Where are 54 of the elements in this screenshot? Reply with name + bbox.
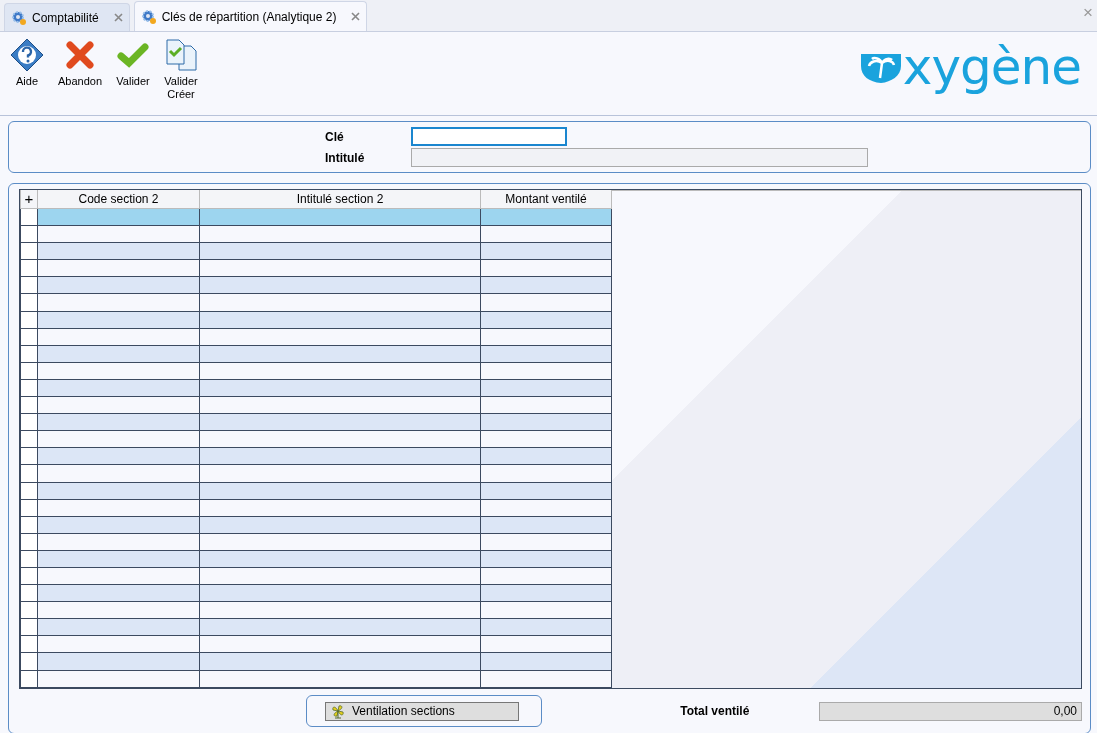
tab[interactable]: Clés de répartition (Analytique 2) xyxy=(133,1,368,31)
table-row[interactable] xyxy=(20,362,612,380)
table-row[interactable] xyxy=(20,208,612,226)
table-row[interactable] xyxy=(20,499,612,517)
table-row[interactable] xyxy=(20,413,612,431)
input-field[interactable] xyxy=(411,127,567,146)
table-row[interactable] xyxy=(20,242,612,260)
logo: xygène xyxy=(858,42,1081,92)
help-icon xyxy=(10,38,44,72)
table-row[interactable] xyxy=(20,225,612,243)
table-row[interactable] xyxy=(20,311,612,329)
documents-icon xyxy=(164,38,199,72)
table-row[interactable] xyxy=(20,618,612,636)
table-row[interactable] xyxy=(20,670,612,688)
field-label: Clé xyxy=(325,128,345,146)
ventilation-button[interactable]: Ventilation sections xyxy=(325,701,519,721)
close-icon[interactable] xyxy=(351,12,361,21)
validate-create-button[interactable]: Valider Créer xyxy=(160,36,203,103)
gear-icon xyxy=(11,9,27,26)
table-row[interactable] xyxy=(20,396,612,414)
add-column-button[interactable]: + xyxy=(20,190,38,209)
table-row[interactable] xyxy=(20,447,612,465)
table-row[interactable] xyxy=(20,293,612,312)
table-row[interactable] xyxy=(20,533,612,551)
column-header[interactable]: Intitulé section 2 xyxy=(199,190,481,209)
input-field[interactable] xyxy=(411,148,868,167)
table-row[interactable] xyxy=(20,601,612,619)
table-row[interactable] xyxy=(20,379,612,397)
help-button[interactable]: Aide xyxy=(6,36,48,90)
gear-icon xyxy=(140,8,157,25)
table-row[interactable] xyxy=(20,276,612,294)
table-row[interactable] xyxy=(20,259,612,277)
column-header[interactable]: Code section 2 xyxy=(37,190,200,209)
cancel-button[interactable]: Abandon xyxy=(54,36,107,90)
table-row[interactable] xyxy=(20,584,612,602)
table-row[interactable] xyxy=(20,516,612,534)
column-header[interactable]: Montant ventilé xyxy=(480,190,612,209)
fan-icon xyxy=(330,703,346,719)
table-row[interactable] xyxy=(20,550,612,568)
table-row[interactable] xyxy=(20,430,612,448)
table-row[interactable] xyxy=(20,635,612,653)
field-label: Intitulé xyxy=(325,149,366,167)
close-icon[interactable] xyxy=(113,13,123,22)
total-label: Total ventilé xyxy=(680,703,751,720)
tab[interactable]: Comptabilité xyxy=(4,3,130,31)
cross-icon xyxy=(63,38,97,72)
validate-button[interactable]: Valider xyxy=(112,36,155,90)
table-row[interactable] xyxy=(20,345,612,363)
table-row[interactable] xyxy=(20,652,612,671)
table-row[interactable] xyxy=(20,464,612,482)
table-row[interactable] xyxy=(20,328,612,346)
table-row[interactable] xyxy=(20,482,612,500)
total-field: 0,00 xyxy=(819,701,1082,721)
table-row[interactable] xyxy=(20,567,612,585)
